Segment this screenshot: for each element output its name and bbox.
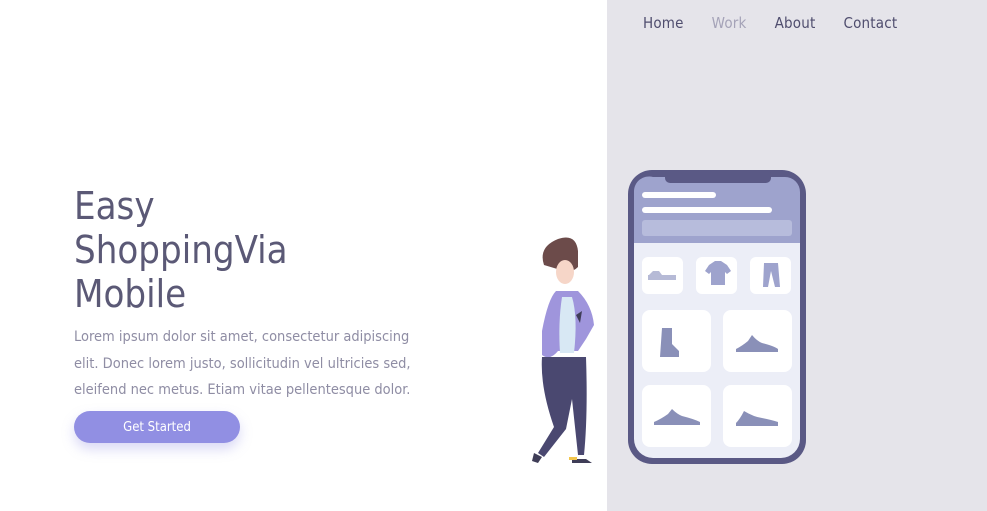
hero-title: Easy ShoppingVia Mobile xyxy=(74,184,288,316)
mobile-shopping-illustration xyxy=(532,170,806,464)
hero-title-line-2: ShoppingVia xyxy=(74,228,288,272)
nav-contact[interactable]: Contact xyxy=(843,14,897,32)
pants-icon xyxy=(750,257,791,294)
boot-icon xyxy=(642,310,711,372)
top-nav: Home Work About Contact xyxy=(643,14,925,32)
hero-title-line-1: Easy xyxy=(74,184,155,228)
person-illustration xyxy=(532,237,594,463)
sneaker-icon xyxy=(723,385,792,447)
phone-illustration xyxy=(628,170,806,464)
hero-paragraph: Lorem ipsum dolor sit amet, consectetur … xyxy=(74,329,411,398)
nav-home[interactable]: Home xyxy=(643,14,684,32)
nav-about[interactable]: About xyxy=(775,14,816,32)
nav-work[interactable]: Work xyxy=(712,14,747,32)
get-started-button[interactable]: Get Started xyxy=(74,411,240,443)
hero-title-line-3: Mobile xyxy=(74,272,187,316)
